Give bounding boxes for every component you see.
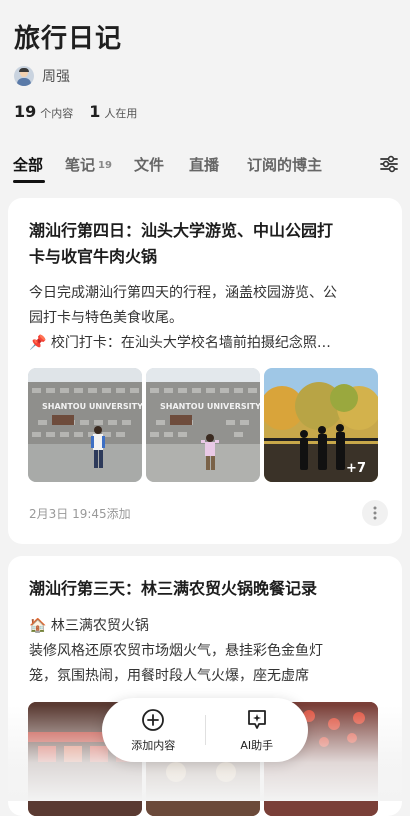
ai-assistant-button[interactable]: AI助手 [206, 708, 309, 753]
note-title[interactable]: 潮汕行第三天：林三满农贸火锅晚餐记录 [29, 576, 379, 602]
author-name[interactable]: 周强 [42, 66, 70, 86]
page-title: 旅行日记 [14, 24, 123, 54]
content-count: 19 [14, 102, 37, 121]
tab-bar: 全部 笔记 19 文件 直播 订阅的博主 [0, 150, 410, 190]
photo-thumbnail[interactable]: SHANTOU UNIVERSITY [146, 368, 260, 482]
more-dots-icon [373, 506, 377, 520]
content-count-label: 个内容 [40, 107, 74, 120]
tab-files[interactable]: 文件 [134, 154, 164, 175]
svg-text:SHANTOU UNIVERSITY: SHANTOU UNIVERSITY [42, 402, 142, 411]
ai-assistant-label: AI助手 [240, 738, 274, 752]
add-circle-icon [142, 708, 165, 731]
note-desc-line: 📌 校门打卡：在汕头大学校名墙前拍摄纪念照… [29, 335, 331, 351]
tab-notes-count: 19 [98, 160, 112, 171]
note-title[interactable]: 潮汕行第四日：汕头大学游览、中山公园打 卡与收官牛肉火锅 [29, 218, 379, 270]
floating-action-bar: 添加内容 AI助手 [102, 698, 308, 762]
note-desc-line: 笼，氛围热闹，用餐时段人气火爆，座无虚席 [29, 668, 309, 684]
tab-live[interactable]: 直播 [189, 154, 219, 175]
add-content-label: 添加内容 [131, 738, 176, 752]
filter-icon[interactable] [378, 154, 400, 174]
ai-chat-icon [247, 709, 266, 729]
note-description: 今日完成潮汕行第四天的行程，涵盖校园游览、公 园打卡与特色美食收尾。 📌 校门打… [29, 281, 389, 356]
note-desc-line: 装修风格还原农贸市场烟火气，悬挂彩色金鱼灯 [29, 643, 323, 659]
author-row[interactable]: 周强 [14, 66, 70, 86]
active-tab-indicator [13, 180, 45, 183]
note-desc-line: 园打卡与特色美食收尾。 [29, 310, 183, 326]
photo-thumbnail[interactable]: +7 [264, 368, 378, 482]
note-title-line: 潮汕行第四日：汕头大学游览、中山公园打 [29, 221, 334, 240]
note-card[interactable]: 潮汕行第四日：汕头大学游览、中山公园打 卡与收官牛肉火锅 今日完成潮汕行第四天的… [8, 198, 402, 544]
tab-subscribed[interactable]: 订阅的博主 [247, 154, 322, 175]
stats-row: 19 个内容 1 人在用 [14, 102, 153, 121]
add-content-button[interactable]: 添加内容 [102, 708, 205, 753]
note-title-line: 卡与收官牛肉火锅 [29, 247, 158, 266]
note-description: 🏠 林三满农贸火锅 装修风格还原农贸市场烟火气，悬挂彩色金鱼灯 笼，氛围热闹，用… [29, 614, 389, 689]
more-options-button[interactable] [362, 500, 388, 526]
photo-thumbnail[interactable]: SHANTOU UNIVERSITY [28, 368, 142, 482]
added-time: 2月3日 19:45添加 [29, 507, 131, 521]
user-count-label: 人在用 [104, 107, 138, 120]
note-desc-line: 今日完成潮汕行第四天的行程，涵盖校园游览、公 [29, 285, 337, 301]
header: 旅行日记 周强 19 个内容 1 人在用 全部 笔记 19 文件 直播 订阅的博主 [0, 0, 410, 190]
user-count: 1 [89, 102, 101, 121]
avatar[interactable] [14, 66, 34, 86]
more-photos-count: +7 [346, 461, 366, 476]
svg-text:SHANTOU UNIVERSITY: SHANTOU UNIVERSITY [160, 402, 260, 411]
tab-notes[interactable]: 笔记 19 [65, 154, 112, 175]
tab-notes-label: 笔记 [65, 156, 96, 174]
tab-all[interactable]: 全部 [13, 154, 43, 175]
note-desc-line: 🏠 林三满农贸火锅 [29, 618, 149, 634]
photo-grid: SHANTOU UNIVERSITY SHANTOU UNIVERSITY +7 [28, 368, 378, 482]
